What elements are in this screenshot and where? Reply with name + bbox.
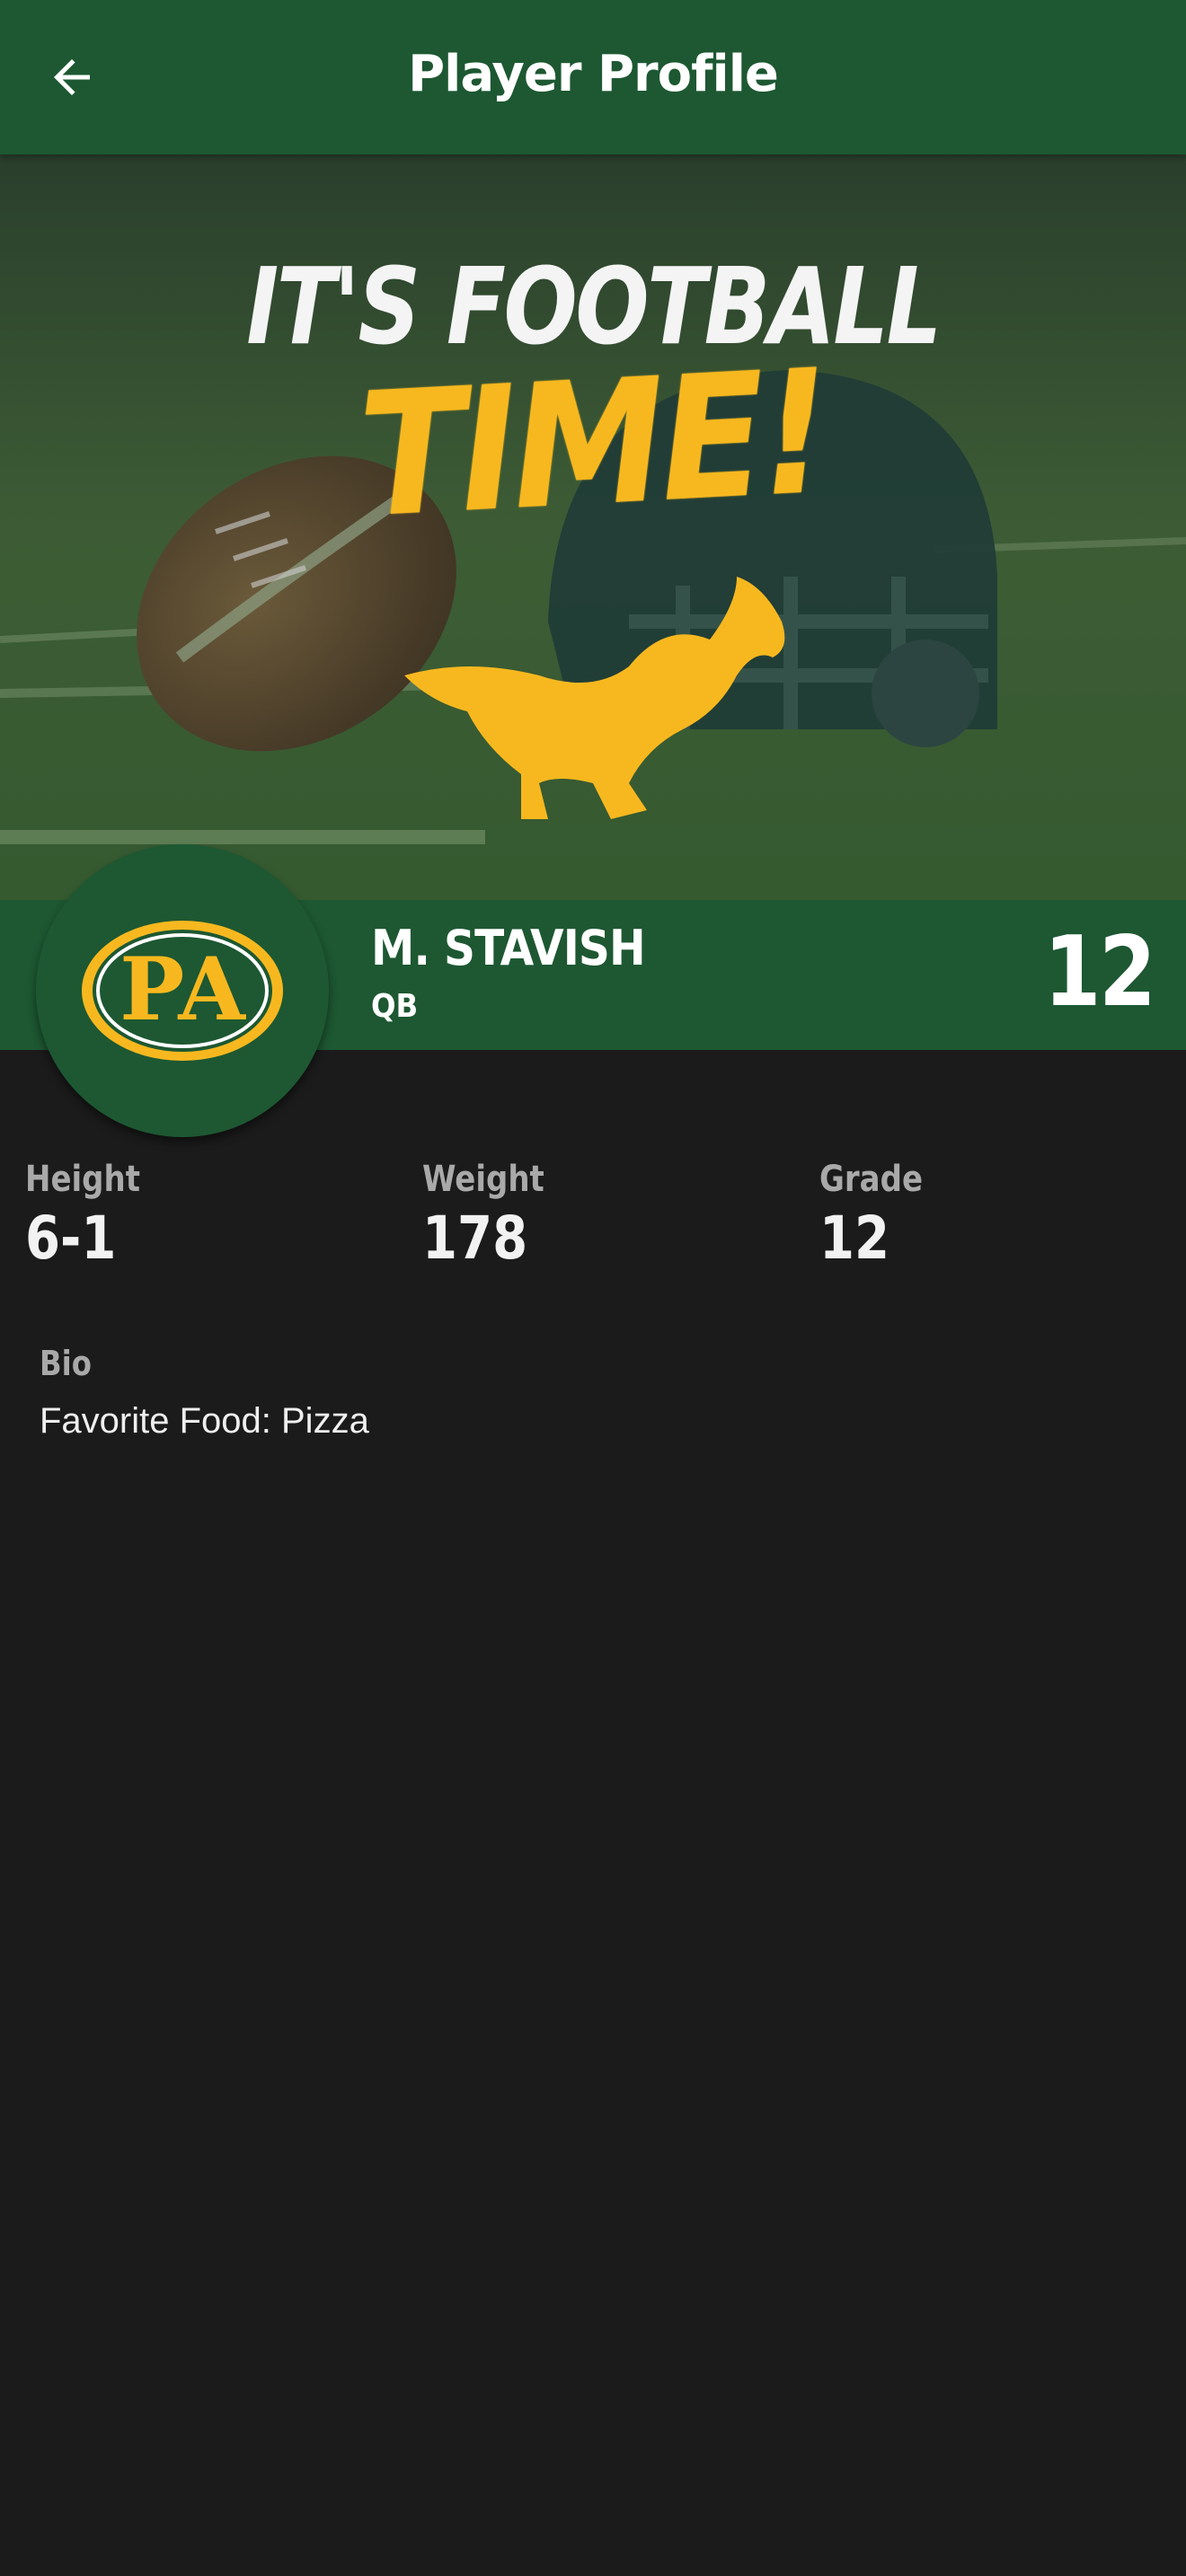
app-bar: Player Profile — [0, 0, 1186, 154]
player-position: QB — [371, 988, 419, 1025]
stat-value: 6-1 — [25, 1204, 117, 1273]
stat-label: Weight — [422, 1159, 544, 1200]
stat-label: Height — [25, 1159, 140, 1200]
bio-label: Bio — [40, 1344, 92, 1383]
stat-weight: Weight 178 — [422, 1159, 566, 1273]
stat-label: Grade — [819, 1159, 924, 1200]
team-logo-avatar: PA — [36, 844, 329, 1137]
stat-height: Height 6-1 — [25, 1159, 161, 1273]
stat-value: 12 — [819, 1204, 890, 1273]
page-title: Player Profile — [408, 45, 779, 103]
stat-grade: Grade 12 — [819, 1159, 941, 1273]
player-number: 12 — [1043, 916, 1155, 1028]
hero-banner: IT'S FOOTBALL TIME! — [0, 154, 1186, 900]
team-logo-text: PA — [119, 939, 246, 1040]
player-name: M. STAVISH — [371, 920, 646, 976]
stat-value: 178 — [422, 1204, 528, 1273]
bio-text: Favorite Food: Pizza — [40, 1401, 369, 1441]
team-logo: PA — [82, 921, 283, 1061]
